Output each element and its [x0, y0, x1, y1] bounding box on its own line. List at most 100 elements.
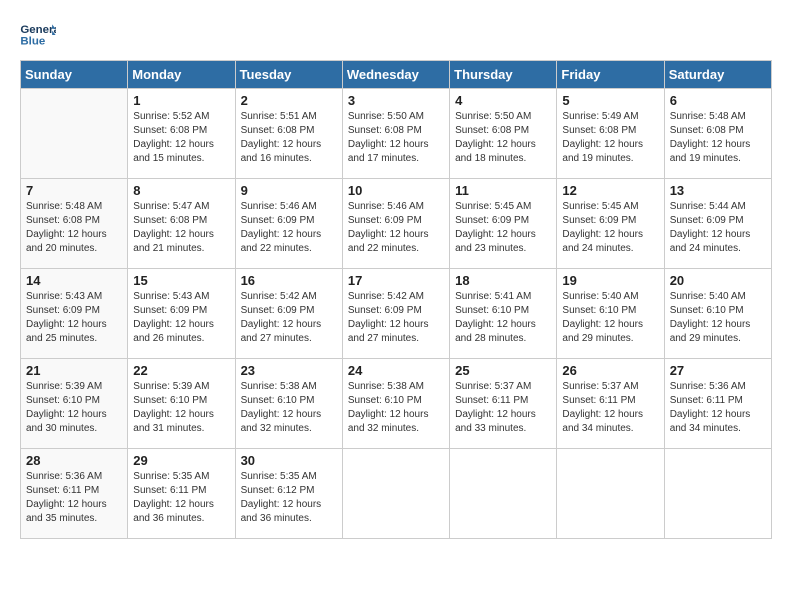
calendar-week-row: 1Sunrise: 5:52 AM Sunset: 6:08 PM Daylig… — [21, 89, 772, 179]
calendar-day-cell: 10 Sunrise: 5:46 AM Sunset: 6:09 PM Dayli… — [342, 179, 449, 269]
day-info: Sunrise: 5:45 AM Sunset: 6:09 PM Dayligh… — [455, 200, 551, 256]
day-info: Sunrise: 5:40 AM Sunset: 6:10 PM Dayligh… — [670, 290, 766, 346]
calendar-day-cell: 19Sunrise: 5:40 AM Sunset: 6:10 PM Dayli… — [557, 269, 664, 359]
day-number: 26 — [562, 363, 658, 378]
weekday-header-cell: Thursday — [450, 61, 557, 89]
day-number: 14 — [26, 273, 122, 288]
calendar-day-cell: 21Sunrise: 5:39 AM Sunset: 6:10 PM Dayli… — [21, 359, 128, 449]
day-info: Sunrise: 5:52 AM Sunset: 6:08 PM Dayligh… — [133, 110, 229, 166]
svg-text:Blue: Blue — [20, 36, 45, 48]
day-info: Sunrise: 5:39 AM Sunset: 6:10 PM Dayligh… — [133, 380, 229, 436]
day-number: 21 — [26, 363, 122, 378]
day-number: 25 — [455, 363, 551, 378]
day-number: 13 — [670, 183, 766, 198]
day-number: 15 — [133, 273, 229, 288]
calendar-day-cell: 25Sunrise: 5:37 AM Sunset: 6:11 PM Dayli… — [450, 359, 557, 449]
calendar-day-cell: 3 Sunrise: 5:50 AM Sunset: 6:08 PM Daylig… — [342, 89, 449, 179]
calendar-day-cell: 5Sunrise: 5:49 AM Sunset: 6:08 PM Daylig… — [557, 89, 664, 179]
day-number: 24 — [348, 363, 444, 378]
day-number: 16 — [241, 273, 337, 288]
calendar-day-cell: 6Sunrise: 5:48 AM Sunset: 6:08 PM Daylig… — [664, 89, 771, 179]
calendar-day-cell: 26 Sunrise: 5:37 AM Sunset: 6:11 PM Dayli… — [557, 359, 664, 449]
day-number: 2 — [241, 93, 337, 108]
calendar-day-cell: 22 Sunrise: 5:39 AM Sunset: 6:10 PM Dayli… — [128, 359, 235, 449]
calendar-day-cell: 9 Sunrise: 5:46 AM Sunset: 6:09 PM Daylig… — [235, 179, 342, 269]
calendar-week-row: 14 Sunrise: 5:43 AM Sunset: 6:09 PM Dayli… — [21, 269, 772, 359]
calendar-week-row: 21 Sunrise: 5:39 AM Sunset: 6:10 PM Dayli… — [21, 359, 772, 449]
calendar-day-cell: 1Sunrise: 5:52 AM Sunset: 6:08 PM Daylig… — [128, 89, 235, 179]
calendar-day-cell: 12Sunrise: 5:45 AM Sunset: 6:09 PM Dayli… — [557, 179, 664, 269]
calendar-table: SundayMondayTuesdayWednesdayThursdayFrid… — [20, 60, 772, 539]
day-number: 29 — [133, 453, 229, 468]
calendar-day-cell: 7 Sunrise: 5:48 AM Sunset: 6:08 PM Daylig… — [21, 179, 128, 269]
calendar-day-cell: 2 Sunrise: 5:51 AM Sunset: 6:08 PM Daylig… — [235, 89, 342, 179]
day-info: Sunrise: 5:51 AM Sunset: 6:08 PM Dayligh… — [241, 110, 337, 166]
weekday-header-cell: Sunday — [21, 61, 128, 89]
calendar-day-cell — [450, 449, 557, 539]
day-info: Sunrise: 5:43 AM Sunset: 6:09 PM Dayligh… — [26, 290, 122, 346]
calendar-week-row: 7 Sunrise: 5:48 AM Sunset: 6:08 PM Daylig… — [21, 179, 772, 269]
logo: General Blue — [20, 20, 56, 50]
calendar-day-cell: 24 Sunrise: 5:38 AM Sunset: 6:10 PM Dayli… — [342, 359, 449, 449]
logo-icon: General Blue — [20, 20, 56, 50]
svg-text:General: General — [20, 24, 56, 36]
weekday-header-row: SundayMondayTuesdayWednesdayThursdayFrid… — [21, 61, 772, 89]
calendar-day-cell: 30Sunrise: 5:35 AM Sunset: 6:12 PM Dayli… — [235, 449, 342, 539]
calendar-day-cell — [21, 89, 128, 179]
day-number: 8 — [133, 183, 229, 198]
calendar-day-cell — [557, 449, 664, 539]
day-info: Sunrise: 5:42 AM Sunset: 6:09 PM Dayligh… — [241, 290, 337, 346]
calendar-day-cell: 27 Sunrise: 5:36 AM Sunset: 6:11 PM Dayli… — [664, 359, 771, 449]
day-info: Sunrise: 5:37 AM Sunset: 6:11 PM Dayligh… — [562, 380, 658, 436]
calendar-day-cell: 11 Sunrise: 5:45 AM Sunset: 6:09 PM Dayli… — [450, 179, 557, 269]
calendar-day-cell: 28 Sunrise: 5:36 AM Sunset: 6:11 PM Dayli… — [21, 449, 128, 539]
day-number: 10 — [348, 183, 444, 198]
weekday-header-cell: Tuesday — [235, 61, 342, 89]
weekday-header-cell: Wednesday — [342, 61, 449, 89]
day-info: Sunrise: 5:50 AM Sunset: 6:08 PM Dayligh… — [455, 110, 551, 166]
day-info: Sunrise: 5:38 AM Sunset: 6:10 PM Dayligh… — [348, 380, 444, 436]
calendar-day-cell: 29 Sunrise: 5:35 AM Sunset: 6:11 PM Dayli… — [128, 449, 235, 539]
day-info: Sunrise: 5:50 AM Sunset: 6:08 PM Dayligh… — [348, 110, 444, 166]
calendar-day-cell: 4 Sunrise: 5:50 AM Sunset: 6:08 PM Daylig… — [450, 89, 557, 179]
day-number: 18 — [455, 273, 551, 288]
calendar-day-cell — [664, 449, 771, 539]
calendar-day-cell: 13 Sunrise: 5:44 AM Sunset: 6:09 PM Dayli… — [664, 179, 771, 269]
calendar-day-cell: 20 Sunrise: 5:40 AM Sunset: 6:10 PM Dayli… — [664, 269, 771, 359]
calendar-day-cell: 17 Sunrise: 5:42 AM Sunset: 6:09 PM Dayli… — [342, 269, 449, 359]
day-number: 22 — [133, 363, 229, 378]
day-info: Sunrise: 5:49 AM Sunset: 6:08 PM Dayligh… — [562, 110, 658, 166]
day-info: Sunrise: 5:47 AM Sunset: 6:08 PM Dayligh… — [133, 200, 229, 256]
day-info: Sunrise: 5:44 AM Sunset: 6:09 PM Dayligh… — [670, 200, 766, 256]
day-info: Sunrise: 5:46 AM Sunset: 6:09 PM Dayligh… — [348, 200, 444, 256]
day-info: Sunrise: 5:36 AM Sunset: 6:11 PM Dayligh… — [670, 380, 766, 436]
day-number: 28 — [26, 453, 122, 468]
calendar-week-row: 28 Sunrise: 5:36 AM Sunset: 6:11 PM Dayli… — [21, 449, 772, 539]
calendar-day-cell: 14 Sunrise: 5:43 AM Sunset: 6:09 PM Dayli… — [21, 269, 128, 359]
calendar-day-cell: 18Sunrise: 5:41 AM Sunset: 6:10 PM Dayli… — [450, 269, 557, 359]
day-number: 9 — [241, 183, 337, 198]
day-info: Sunrise: 5:35 AM Sunset: 6:11 PM Dayligh… — [133, 470, 229, 526]
weekday-header-cell: Monday — [128, 61, 235, 89]
calendar-day-cell: 15 Sunrise: 5:43 AM Sunset: 6:09 PM Dayli… — [128, 269, 235, 359]
day-number: 11 — [455, 183, 551, 198]
day-info: Sunrise: 5:46 AM Sunset: 6:09 PM Dayligh… — [241, 200, 337, 256]
day-number: 20 — [670, 273, 766, 288]
day-number: 27 — [670, 363, 766, 378]
day-info: Sunrise: 5:43 AM Sunset: 6:09 PM Dayligh… — [133, 290, 229, 346]
day-number: 19 — [562, 273, 658, 288]
weekday-header-cell: Saturday — [664, 61, 771, 89]
calendar-day-cell: 8 Sunrise: 5:47 AM Sunset: 6:08 PM Daylig… — [128, 179, 235, 269]
day-number: 17 — [348, 273, 444, 288]
day-number: 23 — [241, 363, 337, 378]
day-number: 4 — [455, 93, 551, 108]
calendar-day-cell — [342, 449, 449, 539]
day-info: Sunrise: 5:42 AM Sunset: 6:09 PM Dayligh… — [348, 290, 444, 346]
day-info: Sunrise: 5:48 AM Sunset: 6:08 PM Dayligh… — [26, 200, 122, 256]
page-header: General Blue — [20, 20, 772, 50]
day-number: 12 — [562, 183, 658, 198]
calendar-day-cell: 23Sunrise: 5:38 AM Sunset: 6:10 PM Dayli… — [235, 359, 342, 449]
day-number: 7 — [26, 183, 122, 198]
day-number: 3 — [348, 93, 444, 108]
day-info: Sunrise: 5:36 AM Sunset: 6:11 PM Dayligh… — [26, 470, 122, 526]
